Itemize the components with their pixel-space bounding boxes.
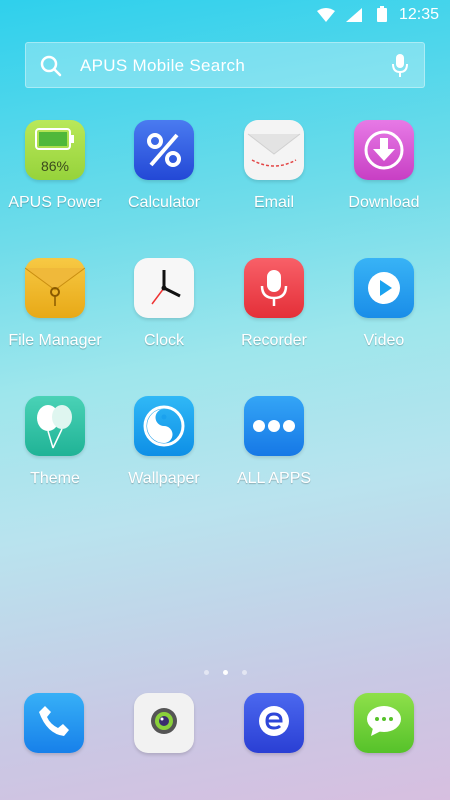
app-label: Email [253, 194, 294, 211]
camera-icon [149, 706, 179, 741]
app-download[interactable]: Download [329, 120, 439, 212]
app-label: ALL APPS [236, 470, 312, 487]
app-label: Wallpaper [128, 470, 200, 487]
wifi-icon [317, 8, 335, 27]
download-arrow-icon [354, 120, 414, 180]
app-calculator[interactable]: Calculator [109, 120, 219, 212]
app-label: Recorder [241, 332, 307, 349]
play-icon [354, 258, 414, 318]
signal-icon [346, 8, 362, 27]
envelope-icon [244, 120, 304, 180]
app-all-apps[interactable]: ALL APPS [219, 396, 329, 488]
microphone-icon [244, 258, 304, 318]
phone-icon [37, 704, 71, 743]
browser-e-icon [257, 704, 291, 743]
search-placeholder: APUS Mobile Search [80, 56, 246, 75]
app-apus-power[interactable]: 86% APUS Power [0, 120, 110, 212]
battery-power-icon: 86% [25, 120, 85, 180]
clock-icon [134, 258, 194, 318]
app-label: Calculator [127, 194, 201, 211]
app-label: Download [348, 194, 420, 211]
percent-calculator-icon [134, 120, 194, 180]
app-file-manager[interactable]: File Manager [0, 258, 110, 350]
battery-percent: 86% [40, 158, 70, 174]
app-label: Theme [30, 470, 80, 487]
search-icon [40, 55, 62, 82]
app-clock[interactable]: Clock [109, 258, 219, 350]
page-dot[interactable] [203, 670, 209, 675]
three-dots-icon [244, 396, 304, 456]
message-bubble-icon [365, 704, 403, 743]
yin-yang-icon [134, 396, 194, 456]
clock-time: 12:35 [398, 6, 439, 23]
app-label: Video [363, 332, 405, 349]
app-email[interactable]: Email [219, 120, 329, 212]
app-label: Clock [143, 332, 184, 349]
page-dot-active[interactable] [222, 670, 228, 675]
page-indicator [0, 662, 450, 680]
status-bar: 12:35 [0, 0, 450, 30]
dock-browser[interactable] [244, 693, 304, 753]
folder-envelope-icon [25, 258, 85, 318]
dock-camera[interactable] [134, 693, 194, 753]
app-theme[interactable]: Theme [0, 396, 110, 488]
page-dot[interactable] [241, 670, 247, 675]
app-wallpaper[interactable]: Wallpaper [109, 396, 219, 488]
app-label: APUS Power [8, 194, 102, 211]
microphone-icon[interactable] [392, 54, 408, 83]
app-recorder[interactable]: Recorder [219, 258, 329, 350]
balloons-icon [25, 396, 85, 456]
dock-messages[interactable] [354, 693, 414, 753]
dock-phone[interactable] [24, 693, 84, 753]
app-video[interactable]: Video [329, 258, 439, 350]
battery-icon [377, 6, 387, 27]
app-label: File Manager [8, 332, 102, 349]
search-bar[interactable]: APUS Mobile Search [25, 42, 425, 88]
